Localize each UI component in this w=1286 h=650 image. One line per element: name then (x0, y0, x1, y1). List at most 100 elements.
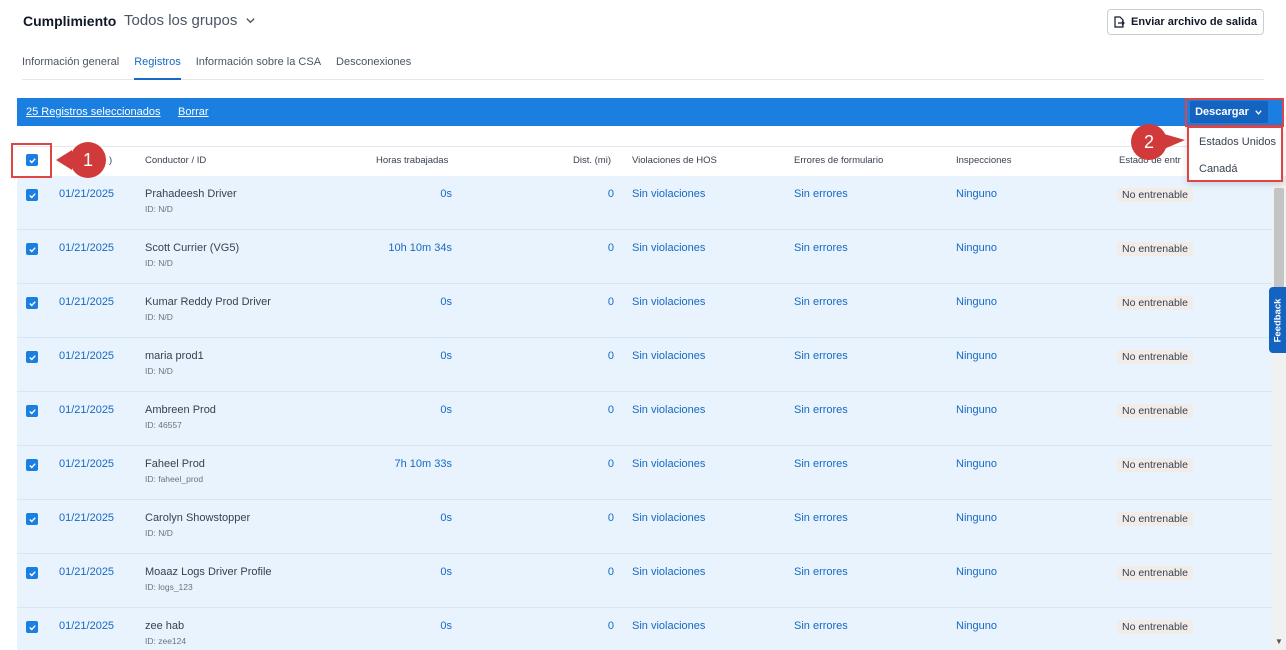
highlight-box-select-all (11, 143, 52, 178)
row-training-badge: No entrenable (1117, 512, 1193, 526)
row-checkbox[interactable] (26, 567, 38, 579)
row-distance-link[interactable]: 0 (608, 620, 614, 632)
row-errors-link[interactable]: Sin errores (794, 350, 848, 362)
row-date-link[interactable]: 01/21/2025 (59, 620, 114, 632)
row-errors-link[interactable]: Sin errores (794, 512, 848, 524)
row-hours-link[interactable]: 0s (440, 512, 452, 524)
column-header-hos-violations[interactable]: Violaciones de HOS (632, 155, 717, 166)
table-row[interactable]: 01/21/2025 Prahadeesh Driver ID: N/D 0s … (17, 176, 1272, 230)
row-inspections-link[interactable]: Ninguno (956, 404, 997, 416)
table-row[interactable]: 01/21/2025 zee hab ID: zee124 0s 0 Sin v… (17, 608, 1272, 650)
row-hos-link[interactable]: Sin violaciones (632, 620, 705, 632)
row-inspections-link[interactable]: Ninguno (956, 242, 997, 254)
tab-logs[interactable]: Registros (134, 44, 181, 80)
table-row[interactable]: 01/21/2025 Ambreen Prod ID: 46557 0s 0 S… (17, 392, 1272, 446)
row-date-link[interactable]: 01/21/2025 (59, 242, 114, 254)
row-hos-link[interactable]: Sin violaciones (632, 512, 705, 524)
callout-1: 1 (56, 142, 106, 178)
row-checkbox[interactable] (26, 297, 38, 309)
tab-overview[interactable]: Información general (22, 44, 119, 80)
row-hos-link[interactable]: Sin violaciones (632, 350, 705, 362)
selected-count-link[interactable]: 25 Registros seleccionados (26, 106, 161, 118)
row-inspections-link[interactable]: Ninguno (956, 620, 997, 632)
row-distance-link[interactable]: 0 (608, 404, 614, 416)
feedback-button[interactable]: Feedback (1269, 287, 1286, 353)
row-errors-link[interactable]: Sin errores (794, 188, 848, 200)
row-errors-link[interactable]: Sin errores (794, 566, 848, 578)
row-hos-link[interactable]: Sin violaciones (632, 296, 705, 308)
vertical-scrollbar[interactable]: ▼ (1272, 176, 1286, 650)
row-hours-link[interactable]: 0s (440, 350, 452, 362)
row-hours-link[interactable]: 0s (440, 188, 452, 200)
row-hours-link[interactable]: 0s (440, 566, 452, 578)
row-hos-link[interactable]: Sin violaciones (632, 404, 705, 416)
row-checkbox[interactable] (26, 351, 38, 363)
column-header-driver[interactable]: Conductor / ID (145, 155, 206, 166)
row-errors-link[interactable]: Sin errores (794, 242, 848, 254)
row-errors-link[interactable]: Sin errores (794, 404, 848, 416)
row-driver-id: ID: faheel_prod (145, 474, 204, 484)
row-distance-link[interactable]: 0 (608, 296, 614, 308)
row-inspections-link[interactable]: Ninguno (956, 566, 997, 578)
table-row[interactable]: 01/21/2025 Scott Currier (VG5) ID: N/D 1… (17, 230, 1272, 284)
row-inspections-link[interactable]: Ninguno (956, 512, 997, 524)
row-checkbox[interactable] (26, 621, 38, 633)
column-header-inspections[interactable]: Inspecciones (956, 155, 1011, 166)
row-hours-link[interactable]: 0s (440, 296, 452, 308)
tab-disconnections[interactable]: Desconexiones (336, 44, 411, 80)
column-header-hours[interactable]: Horas trabajadas (376, 155, 448, 166)
row-distance-link[interactable]: 0 (608, 188, 614, 200)
row-date-link[interactable]: 01/21/2025 (59, 188, 114, 200)
table-row[interactable]: 01/21/2025 Carolyn Showstopper ID: N/D 0… (17, 500, 1272, 554)
table-row[interactable]: 01/21/2025 Moaaz Logs Driver Profile ID:… (17, 554, 1272, 608)
row-hours-link[interactable]: 0s (440, 404, 452, 416)
row-distance-link[interactable]: 0 (608, 242, 614, 254)
table-row[interactable]: 01/21/2025 Faheel Prod ID: faheel_prod 7… (17, 446, 1272, 500)
row-date-link[interactable]: 01/21/2025 (59, 458, 114, 470)
row-date-link[interactable]: 01/21/2025 (59, 566, 114, 578)
column-header-form-errors[interactable]: Errores de formulario (794, 155, 883, 166)
tab-csa-info[interactable]: Información sobre la CSA (196, 44, 321, 80)
group-selector[interactable]: Todos los grupos (124, 12, 256, 29)
row-driver-id: ID: N/D (145, 366, 173, 376)
row-inspections-link[interactable]: Ninguno (956, 458, 997, 470)
table-header: ) Conductor / ID Horas trabajadas Dist. … (17, 146, 1272, 176)
column-header-distance[interactable]: Dist. (mi) (573, 155, 611, 166)
row-checkbox[interactable] (26, 459, 38, 471)
scroll-down-arrow-icon[interactable]: ▼ (1275, 637, 1283, 646)
row-errors-link[interactable]: Sin errores (794, 620, 848, 632)
row-inspections-link[interactable]: Ninguno (956, 296, 997, 308)
row-distance-link[interactable]: 0 (608, 350, 614, 362)
row-hos-link[interactable]: Sin violaciones (632, 566, 705, 578)
send-output-file-button[interactable]: Enviar archivo de salida (1107, 9, 1264, 35)
tab-bar: Información general Registros Informació… (22, 44, 1264, 80)
row-inspections-link[interactable]: Ninguno (956, 350, 997, 362)
check-icon (28, 624, 36, 631)
table-row[interactable]: 01/21/2025 maria prod1 ID: N/D 0s 0 Sin … (17, 338, 1272, 392)
clear-selection-link[interactable]: Borrar (178, 106, 209, 118)
row-date-link[interactable]: 01/21/2025 (59, 350, 114, 362)
row-hos-link[interactable]: Sin violaciones (632, 242, 705, 254)
row-checkbox[interactable] (26, 513, 38, 525)
row-distance-link[interactable]: 0 (608, 566, 614, 578)
row-errors-link[interactable]: Sin errores (794, 296, 848, 308)
row-hours-link[interactable]: 0s (440, 620, 452, 632)
menu-item-canada[interactable]: Canadá (1199, 163, 1238, 175)
row-date-link[interactable]: 01/21/2025 (59, 296, 114, 308)
row-hours-link[interactable]: 7h 10m 33s (395, 458, 452, 470)
row-date-link[interactable]: 01/21/2025 (59, 404, 114, 416)
table-row[interactable]: 01/21/2025 Kumar Reddy Prod Driver ID: N… (17, 284, 1272, 338)
row-checkbox[interactable] (26, 243, 38, 255)
row-inspections-link[interactable]: Ninguno (956, 188, 997, 200)
row-distance-link[interactable]: 0 (608, 458, 614, 470)
row-hours-link[interactable]: 10h 10m 34s (388, 242, 452, 254)
row-date-link[interactable]: 01/21/2025 (59, 512, 114, 524)
row-hos-link[interactable]: Sin violaciones (632, 458, 705, 470)
row-distance-link[interactable]: 0 (608, 512, 614, 524)
menu-item-united-states[interactable]: Estados Unidos (1199, 136, 1276, 148)
row-hos-link[interactable]: Sin violaciones (632, 188, 705, 200)
row-errors-link[interactable]: Sin errores (794, 458, 848, 470)
column-header-date[interactable]: ) (109, 155, 112, 166)
row-checkbox[interactable] (26, 189, 38, 201)
row-checkbox[interactable] (26, 405, 38, 417)
